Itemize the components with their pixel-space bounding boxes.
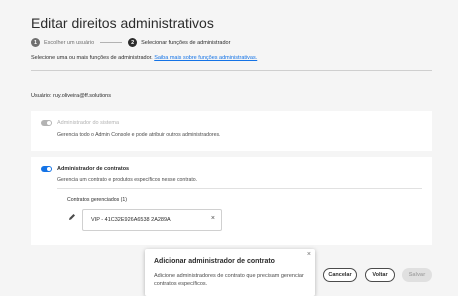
system-admin-toggle [41,120,52,126]
role-card-contract-admin: Administrador de contratos Gerencia um c… [31,157,432,245]
stepper: 1 Escolher um usuário 2 Selecionar funçõ… [31,38,230,47]
coachmark-popover: × Adicionar administrador de contrato Ad… [145,249,315,296]
contract-chip-label: VIP - 41C32E926A6538 2A289A [91,217,171,223]
pencil-icon[interactable] [67,212,76,221]
subtitle-text: Selecione uma ou mais funções de adminis… [31,55,153,61]
system-admin-description: Gerencia todo o Admin Console e pode atr… [57,132,221,138]
system-admin-title: Administrador do sistema [57,120,120,126]
learn-more-link[interactable]: Saiba mais sobre funções administrativas… [154,55,257,61]
user-label: Usuário: [31,93,52,99]
close-icon[interactable]: × [211,215,215,222]
contracts-divider [57,188,422,189]
contract-admin-title: Administrador de contratos [57,166,130,172]
coachmark-body: Adicione administradores de contrato que… [154,273,304,287]
user-line: Usuário: ruy.oliveira@ff.solutions [31,93,111,99]
contract-chip: VIP - 41C32E926A6538 2A289A × [82,209,222,231]
step-1-label[interactable]: Escolher um usuário [44,40,94,46]
page-title: Editar direitos administrativos [31,15,214,31]
user-email: ruy.oliveira@ff.solutions [53,93,111,99]
contract-admin-toggle[interactable] [41,166,52,172]
step-2-number: 2 [128,38,138,47]
contract-admin-description: Gerencia um contrato e produtos específi… [57,177,198,183]
role-card-system-admin: Administrador do sistema Gerencia todo o… [31,111,432,151]
subtitle: Selecione uma ou mais funções de adminis… [31,55,257,61]
step-2-label: Selecionar funções de administrador [141,39,231,46]
save-button[interactable]: Salvar [402,268,432,282]
coachmark-title: Adicionar administrador de contrato [154,258,275,265]
back-button[interactable]: Voltar [365,268,395,282]
step-connector [100,42,123,43]
close-icon[interactable]: × [307,251,311,258]
section-divider [31,70,432,71]
cancel-button[interactable]: Cancelar [323,268,357,282]
managed-contracts-label: Contratos gerenciados (1) [67,197,127,203]
step-1-number: 1 [31,38,40,47]
